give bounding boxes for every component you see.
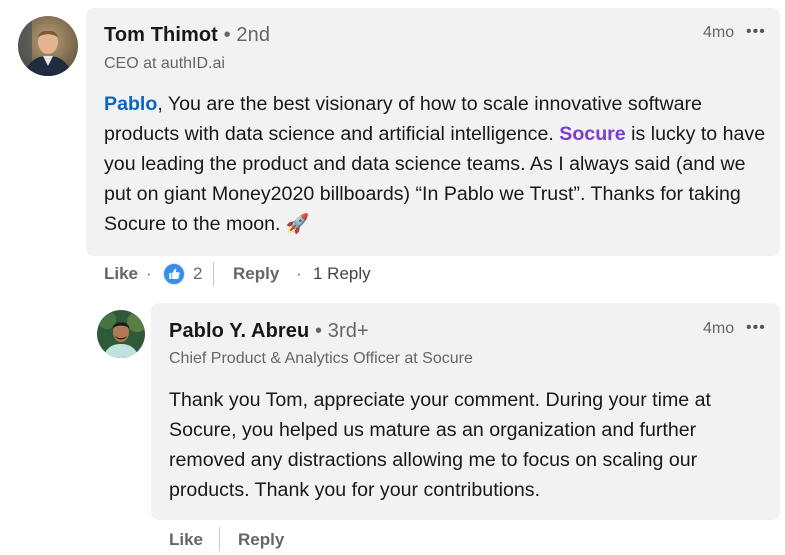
like-button[interactable]: Like <box>169 530 203 550</box>
reply-timestamp: 4mo <box>703 320 735 337</box>
avatar[interactable] <box>97 310 145 358</box>
connection-degree: • 2nd <box>223 24 271 46</box>
reply-author-name[interactable]: Pablo Y. Abreu • 3rd+ <box>169 320 369 343</box>
reply-button[interactable]: Reply <box>233 264 279 284</box>
divider <box>219 527 220 551</box>
comment-author-name[interactable]: Tom Thimot • 2nd <box>104 24 270 47</box>
connection-degree: • 3rd+ <box>315 320 369 342</box>
more-options-icon[interactable]: ••• <box>746 23 766 41</box>
rocket-emoji-icon: 🚀 <box>285 214 310 235</box>
like-button[interactable]: Like <box>104 264 138 284</box>
comment-timestamp: 4mo <box>703 24 735 41</box>
mention-link[interactable]: Pablo <box>104 93 157 115</box>
company-mention-link[interactable]: Socure <box>559 123 625 145</box>
reply-button[interactable]: Reply <box>238 530 284 550</box>
separator-dot: · <box>296 264 302 283</box>
separator-dot: · <box>146 264 152 283</box>
divider <box>213 262 214 286</box>
like-thumb-icon[interactable] <box>163 263 185 285</box>
comment-text: Pablo, You are the best visionary of how… <box>104 89 774 240</box>
comment-author-headline: CEO at authID.ai <box>104 55 225 72</box>
replies-count-link[interactable]: 1 Reply <box>313 264 371 284</box>
author-name-text[interactable]: Pablo Y. Abreu <box>169 320 309 342</box>
reply-author-headline: Chief Product & Analytics Officer at Soc… <box>169 350 473 367</box>
reply-text: Thank you Tom, appreciate your comment. … <box>169 389 711 501</box>
reaction-count[interactable]: 2 <box>193 264 202 284</box>
avatar[interactable] <box>18 16 78 76</box>
more-options-icon[interactable]: ••• <box>746 319 766 337</box>
author-name-text[interactable]: Tom Thimot <box>104 24 218 46</box>
